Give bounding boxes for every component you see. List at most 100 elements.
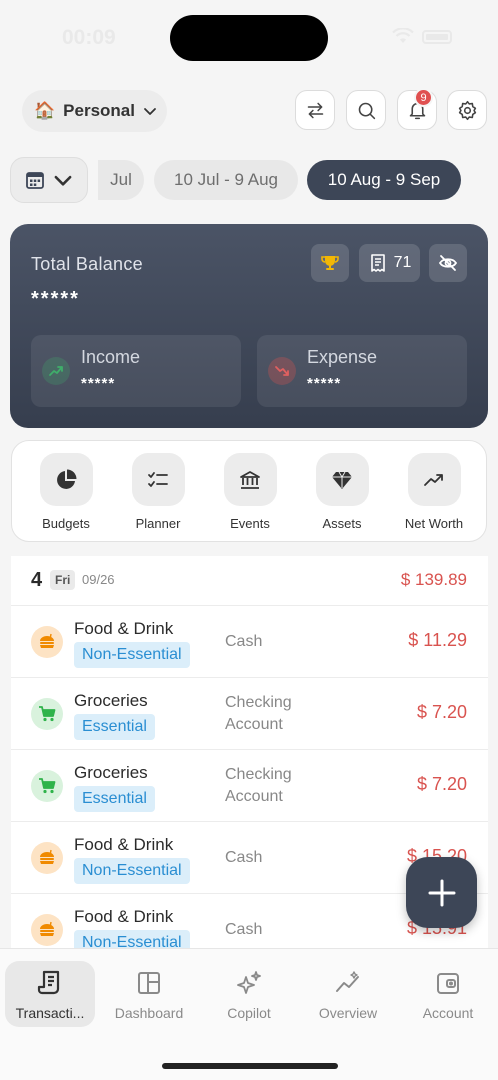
income-label: Income xyxy=(81,347,141,367)
add-transaction-button[interactable] xyxy=(406,857,477,928)
bottom-tab-bar: Transacti... Dashboard Copilot Overview … xyxy=(0,948,498,1080)
shortcut-label: Events xyxy=(230,516,270,531)
shortcut-label: Assets xyxy=(322,516,362,531)
calendar-icon xyxy=(26,172,44,189)
shortcuts-panel: Budgets Planner Events Assets Net Worth xyxy=(11,440,487,542)
status-bar: 00:09 xyxy=(0,0,498,76)
wallet-icon xyxy=(437,973,459,994)
tab-copilot[interactable]: Copilot xyxy=(204,961,294,1027)
hide-balance-button[interactable] xyxy=(429,244,467,282)
tab-label: Copilot xyxy=(227,1005,271,1021)
notifications-button[interactable]: 9 xyxy=(397,88,437,130)
tab-overview[interactable]: Overview xyxy=(303,961,393,1027)
diamond-icon xyxy=(315,453,369,506)
achievements-button[interactable] xyxy=(311,244,349,282)
shortcut-label: Net Worth xyxy=(404,516,464,531)
transaction-row[interactable]: Food & Drink Non-Essential Cash $ 11.29 xyxy=(11,606,488,678)
day-date: 09/26 xyxy=(82,572,115,587)
receipt-icon xyxy=(37,970,60,995)
income-value: ***** xyxy=(81,375,116,392)
transaction-category: Groceries xyxy=(74,763,148,782)
receipts-button[interactable]: 71 xyxy=(359,244,420,282)
balance-title: Total Balance xyxy=(31,254,143,274)
trend-up-icon xyxy=(407,453,461,506)
profile-label: Personal xyxy=(63,101,135,120)
food-icon xyxy=(31,842,63,874)
transaction-account: Cash xyxy=(225,849,263,866)
eye-off-icon xyxy=(438,255,458,271)
shortcut-budgets[interactable]: Budgets xyxy=(20,453,112,531)
transfer-icon xyxy=(307,102,323,118)
tab-label: Account xyxy=(422,1005,474,1021)
date-range-picker-button[interactable] xyxy=(10,157,88,203)
transaction-amount: $ 11.29 xyxy=(408,630,467,650)
settings-button[interactable] xyxy=(447,90,487,130)
day-group-header: 4 Fri 09/26 $ 139.89 xyxy=(11,556,488,606)
checklist-icon xyxy=(131,453,185,506)
pie-chart-icon xyxy=(39,453,93,506)
status-time: 00:09 xyxy=(62,26,116,49)
transaction-category: Food & Drink xyxy=(74,619,174,638)
balance-value: ***** xyxy=(31,288,80,310)
transaction-row[interactable]: Groceries Essential Checking Account $ 7… xyxy=(11,750,488,822)
transfer-button[interactable] xyxy=(295,90,335,130)
shortcut-net-worth[interactable]: Net Worth xyxy=(388,453,480,531)
receipt-icon xyxy=(370,254,385,272)
home-indicator xyxy=(162,1063,338,1069)
transaction-tag: Non-Essential xyxy=(74,930,190,948)
income-summary[interactable]: Income ***** xyxy=(31,335,241,407)
search-button[interactable] xyxy=(346,90,386,130)
battery-icon xyxy=(422,30,452,44)
transaction-tag: Essential xyxy=(74,786,155,812)
sparkles-icon xyxy=(237,971,261,994)
transaction-account: Cash xyxy=(225,633,263,650)
transaction-tag: Essential xyxy=(74,714,155,740)
transaction-category: Food & Drink xyxy=(74,907,174,926)
dashboard-icon xyxy=(138,972,160,994)
receipt-count: 71 xyxy=(393,254,412,271)
shortcut-planner[interactable]: Planner xyxy=(112,453,204,531)
tab-account[interactable]: Account xyxy=(403,961,493,1027)
transaction-category: Food & Drink xyxy=(74,835,174,854)
shortcut-label: Budgets xyxy=(42,516,90,531)
trend-up-icon xyxy=(42,357,70,385)
tab-label: Transacti... xyxy=(15,1005,85,1021)
transaction-account: Checking Account xyxy=(225,694,292,733)
overview-icon xyxy=(336,971,359,992)
tab-label: Overview xyxy=(318,1005,378,1021)
bank-icon xyxy=(223,453,277,506)
transaction-account: Cash xyxy=(225,921,263,938)
transaction-category: Groceries xyxy=(74,691,148,710)
cart-icon xyxy=(31,698,63,730)
expense-summary[interactable]: Expense ***** xyxy=(257,335,467,407)
shortcut-events[interactable]: Events xyxy=(204,453,296,531)
period-chip[interactable]: Jul xyxy=(98,160,144,200)
transaction-row[interactable]: Groceries Essential Checking Account $ 7… xyxy=(11,678,488,750)
transaction-amount: $ 7.20 xyxy=(416,702,467,722)
period-chip-active[interactable]: 10 Aug - 9 Sep xyxy=(307,160,461,200)
period-chip[interactable]: 10 Jul - 9 Aug xyxy=(154,160,298,200)
food-icon xyxy=(31,914,63,946)
expense-label: Expense xyxy=(307,347,378,367)
day-total: $ 139.89 xyxy=(400,570,467,589)
shortcut-assets[interactable]: Assets xyxy=(296,453,388,531)
gear-icon xyxy=(458,100,476,120)
tab-transactions[interactable]: Transacti... xyxy=(5,961,95,1027)
transaction-tag: Non-Essential xyxy=(74,642,190,668)
transaction-amount: $ 7.20 xyxy=(416,774,467,794)
profile-selector[interactable]: 🏠 Personal xyxy=(22,90,167,132)
notification-badge: 9 xyxy=(414,88,433,107)
day-name: Fri xyxy=(50,570,76,590)
transaction-tag: Non-Essential xyxy=(74,858,190,884)
tab-dashboard[interactable]: Dashboard xyxy=(104,961,194,1027)
expense-value: ***** xyxy=(307,375,342,392)
chevron-down-icon xyxy=(144,108,156,115)
house-icon: 🏠 xyxy=(34,101,56,120)
transaction-account: Checking Account xyxy=(225,766,292,805)
day-number: 4 xyxy=(31,569,43,591)
shortcut-label: Planner xyxy=(135,516,181,531)
trend-down-icon xyxy=(268,357,296,385)
cart-icon xyxy=(31,770,63,802)
dynamic-island xyxy=(170,15,328,61)
search-icon xyxy=(358,102,375,119)
